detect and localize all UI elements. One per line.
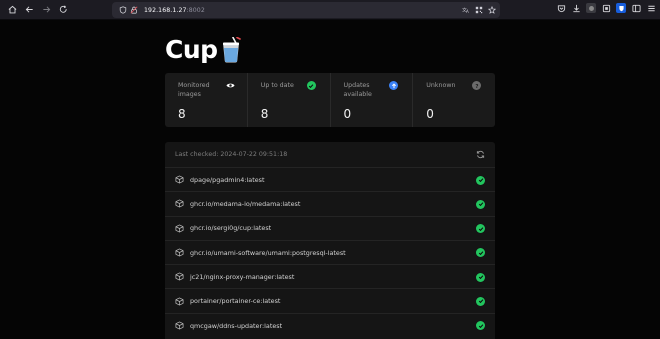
image-name: ghcr.io/sergi0g/cup:latest [190, 224, 272, 233]
image-name: ghcr.io/umami-software/umami:postgresql-… [190, 248, 346, 257]
pocket-icon[interactable] [556, 3, 566, 13]
image-row[interactable]: qmcgaw/ddns-updater:latest [165, 314, 495, 338]
stat-value: 0 [426, 107, 434, 121]
container-box-icon [175, 297, 184, 306]
image-name: portainer/portainer-ce:latest [190, 297, 281, 306]
image-row[interactable]: portainer/portainer-ce:latest [165, 289, 495, 314]
qr-code-icon[interactable] [474, 5, 483, 14]
image-row[interactable]: ghcr.io/medama-io/medama:latest [165, 192, 495, 217]
eye-icon [226, 81, 235, 90]
stat-unknown: Unknown ? 0 [413, 73, 495, 127]
menu-icon[interactable] [646, 3, 656, 13]
check-circle-icon [476, 296, 485, 306]
toolbar-extensions [556, 3, 656, 13]
cup-logo-icon [222, 36, 241, 62]
page-title: Cup [165, 35, 218, 64]
question-circle-icon: ? [472, 81, 481, 90]
image-name: qmcgaw/ddns-updater:latest [190, 321, 283, 330]
check-circle-icon [306, 81, 316, 90]
downloads-icon[interactable] [571, 3, 581, 13]
extension-dark-icon[interactable] [586, 3, 596, 13]
stat-value: 0 [343, 107, 352, 121]
shield-icon[interactable] [118, 6, 127, 15]
bookmark-star-icon[interactable] [487, 5, 496, 14]
svg-text:A: A [466, 9, 469, 14]
browser-toolbar: 192.168.1.27:8002 文A [0, 0, 660, 20]
image-name: jc21/nginx-proxy-manager:latest [190, 272, 295, 281]
stat-label: Up to date [260, 82, 294, 89]
url-host: 192.168.1.27 [144, 6, 187, 14]
forward-icon[interactable] [39, 3, 53, 17]
stat-updates-available: Updates available 0 [331, 73, 414, 127]
stat-label: Monitored images [178, 82, 210, 98]
check-circle-icon [476, 248, 485, 258]
insecure-lock-icon[interactable] [129, 6, 138, 15]
list-header: Last checked: 2024-07-22 09:51:18 [165, 142, 495, 168]
translate-icon[interactable]: 文A [461, 5, 470, 14]
svg-text:?: ? [475, 84, 478, 89]
address-bar[interactable]: 192.168.1.27:8002 文A [112, 2, 500, 18]
bitwarden-icon[interactable] [616, 3, 626, 13]
image-rows: dpage/pgadmin4:latest ghcr.io/medama-io/m… [165, 168, 495, 338]
stat-monitored-images: Monitored images 8 [165, 73, 248, 127]
image-name: ghcr.io/medama-io/medama:latest [190, 199, 301, 208]
container-box-icon [175, 175, 184, 184]
url-text[interactable]: 192.168.1.27:8002 [144, 7, 205, 14]
back-icon[interactable] [22, 3, 36, 17]
check-circle-icon [476, 321, 485, 331]
refresh-icon[interactable] [476, 150, 485, 159]
header: Cup [165, 35, 241, 64]
stat-up-to-date: Up to date 8 [248, 73, 331, 127]
image-name: dpage/pgadmin4:latest [190, 175, 265, 184]
stat-value: 8 [260, 107, 269, 121]
sidebar-toggle-icon[interactable] [631, 3, 641, 13]
last-checked: Last checked: 2024-07-22 09:51:18 [175, 151, 288, 158]
container-tabs-icon[interactable] [601, 3, 611, 13]
url-port: :8002 [186, 6, 205, 14]
image-row[interactable]: dpage/pgadmin4:latest [165, 168, 495, 193]
stat-label: Unknown [426, 82, 456, 89]
image-list: Last checked: 2024-07-22 09:51:18 dpage/… [165, 142, 495, 339]
container-box-icon [175, 321, 184, 330]
container-box-icon [175, 199, 184, 208]
home-icon[interactable] [5, 3, 19, 17]
container-box-icon [175, 224, 184, 233]
stats-panel: Monitored images 8 Up to date 8 Updates … [165, 73, 495, 127]
address-bar-actions: 文A [461, 5, 496, 14]
container-box-icon [175, 272, 184, 281]
check-circle-icon [476, 175, 485, 185]
stat-value: 8 [178, 107, 186, 121]
container-box-icon [175, 248, 184, 257]
image-row[interactable]: ghcr.io/umami-software/umami:postgresql-… [165, 241, 495, 266]
check-circle-icon [476, 224, 485, 234]
reload-icon[interactable] [56, 3, 70, 17]
check-circle-icon [476, 272, 485, 282]
stat-label: Updates available [343, 82, 372, 98]
check-circle-icon [476, 199, 485, 209]
arrow-up-circle-icon [389, 81, 399, 90]
image-row[interactable]: jc21/nginx-proxy-manager:latest [165, 265, 495, 290]
image-row[interactable]: ghcr.io/sergi0g/cup:latest [165, 217, 495, 241]
